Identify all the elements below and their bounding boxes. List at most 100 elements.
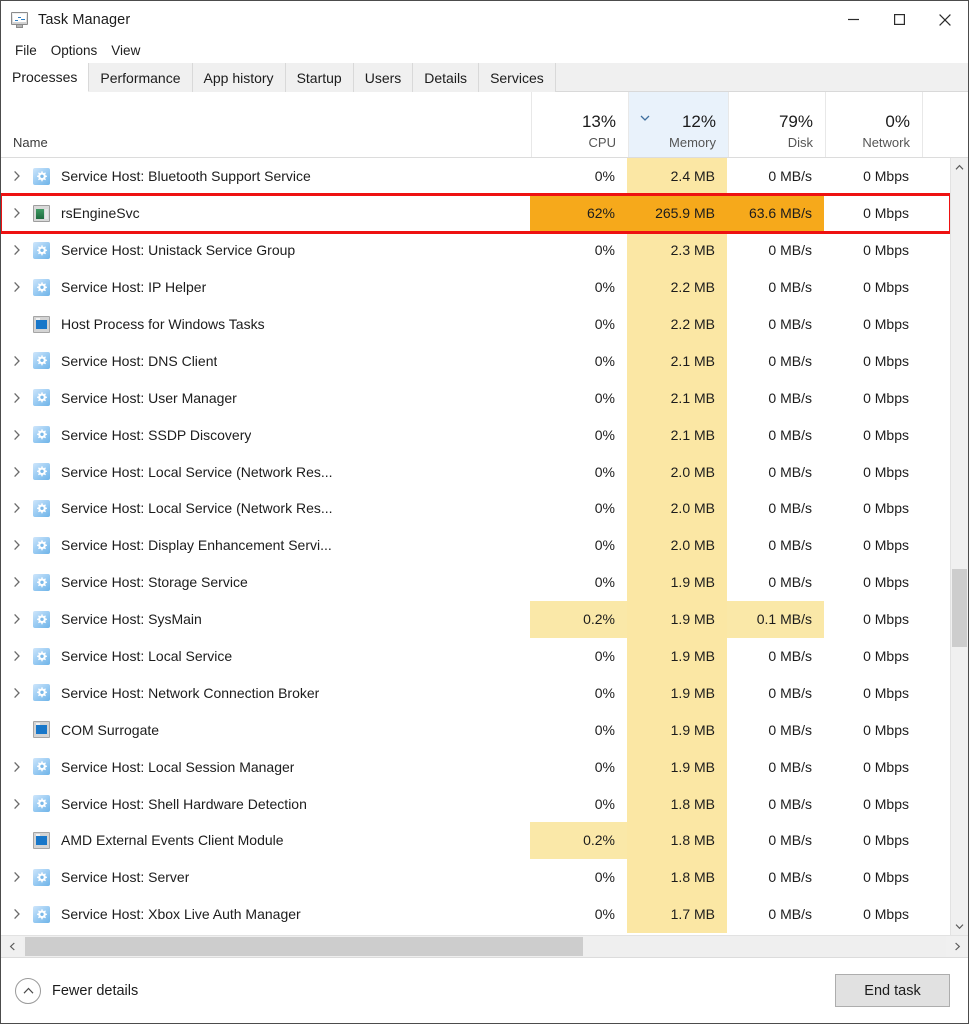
table-row[interactable]: Service Host: SSDP Discovery0%2.1 MB0 MB…: [1, 416, 950, 453]
expand-row-icon[interactable]: [13, 613, 33, 625]
tab-performance[interactable]: Performance: [89, 63, 192, 92]
table-row[interactable]: Service Host: Local Session Manager0%1.9…: [1, 748, 950, 785]
service-gear-icon: [33, 168, 50, 185]
table-row[interactable]: Service Host: Xbox Live Auth Manager0%1.…: [1, 896, 950, 933]
table-row[interactable]: Service Host: Network Connection Broker0…: [1, 674, 950, 711]
table-row[interactable]: Service Host: Display Enhancement Servi.…: [1, 527, 950, 564]
table-row[interactable]: Service Host: Local Service0%1.9 MB0 MB/…: [1, 638, 950, 675]
table-row[interactable]: Service Host: Bluetooth Support Service0…: [1, 158, 950, 195]
process-name-cell[interactable]: Service Host: SSDP Discovery: [1, 416, 530, 453]
process-name-cell[interactable]: rsEngineSvc: [1, 195, 530, 232]
expand-row-icon[interactable]: [13, 170, 33, 182]
tab-processes[interactable]: Processes: [1, 63, 89, 92]
process-name-cell[interactable]: Service Host: DNS Client: [1, 342, 530, 379]
scroll-left-icon[interactable]: [1, 936, 23, 957]
disk-cell: 0 MB/s: [727, 232, 824, 269]
menu-file[interactable]: File: [9, 41, 43, 60]
expand-row-icon[interactable]: [13, 539, 33, 551]
maximize-icon[interactable]: [876, 1, 922, 38]
table-row[interactable]: Service Host: IP Helper0%2.2 MB0 MB/s0 M…: [1, 269, 950, 306]
expand-row-icon[interactable]: [13, 502, 33, 514]
tab-services[interactable]: Services: [479, 63, 556, 92]
minimize-icon[interactable]: [830, 1, 876, 38]
table-row[interactable]: rsEngineSvc62%265.9 MB63.6 MB/s0 Mbps: [1, 195, 950, 232]
process-name-cell[interactable]: Service Host: Network Connection Broker: [1, 674, 530, 711]
process-name-cell[interactable]: AMD External Events Client Module: [1, 822, 530, 859]
table-row[interactable]: Service Host: Local Service (Network Res…: [1, 490, 950, 527]
vertical-scrollbar[interactable]: [950, 158, 968, 935]
process-name-cell[interactable]: Service Host: Bluetooth Support Service: [1, 158, 530, 195]
column-header-cpu[interactable]: 13% CPU: [531, 92, 628, 157]
expand-row-icon[interactable]: [13, 392, 33, 404]
process-name-cell[interactable]: Service Host: Local Service (Network Res…: [1, 490, 530, 527]
menu-view[interactable]: View: [105, 41, 146, 60]
close-icon[interactable]: [922, 1, 968, 38]
expand-row-icon[interactable]: [13, 207, 33, 219]
process-name-cell[interactable]: Service Host: Display Enhancement Servi.…: [1, 527, 530, 564]
disk-value: 0 MB/s: [768, 316, 812, 332]
expand-row-icon[interactable]: [13, 576, 33, 588]
table-row[interactable]: Service Host: Shell Hardware Detection0%…: [1, 785, 950, 822]
table-row[interactable]: Service Host: Unistack Service Group0%2.…: [1, 232, 950, 269]
end-task-button[interactable]: End task: [835, 974, 950, 1007]
memory-value: 1.8 MB: [671, 869, 715, 885]
table-row[interactable]: Service Host: SysMain0.2%1.9 MB0.1 MB/s0…: [1, 601, 950, 638]
expand-row-icon[interactable]: [13, 466, 33, 478]
scroll-right-icon[interactable]: [946, 936, 968, 957]
expand-row-icon[interactable]: [13, 908, 33, 920]
process-name-cell[interactable]: Service Host: Unistack Service Group: [1, 232, 530, 269]
process-name-cell[interactable]: Service Host: Server: [1, 859, 530, 896]
scroll-up-icon[interactable]: [951, 158, 968, 176]
table-row[interactable]: Service Host: User Manager0%2.1 MB0 MB/s…: [1, 379, 950, 416]
service-gear-icon: [33, 684, 50, 701]
horizontal-scroll-track[interactable]: [23, 936, 946, 957]
table-row[interactable]: AMD External Events Client Module0.2%1.8…: [1, 822, 950, 859]
column-header-network[interactable]: 0% Network: [825, 92, 922, 157]
expand-row-icon[interactable]: [13, 355, 33, 367]
process-name-cell[interactable]: Host Process for Windows Tasks: [1, 306, 530, 343]
table-row[interactable]: Service Host: Server0%1.8 MB0 MB/s0 Mbps: [1, 859, 950, 896]
table-row[interactable]: Service Host: DNS Client0%2.1 MB0 MB/s0 …: [1, 342, 950, 379]
table-row[interactable]: Service Host: Storage Service0%1.9 MB0 M…: [1, 564, 950, 601]
vertical-scroll-track[interactable]: [951, 176, 968, 917]
expand-row-icon[interactable]: [13, 281, 33, 293]
expand-row-icon[interactable]: [13, 429, 33, 441]
disk-cell: 0 MB/s: [727, 896, 824, 933]
horizontal-scroll-thumb[interactable]: [25, 937, 583, 956]
process-name-cell[interactable]: Service Host: Xbox Live Auth Manager: [1, 896, 530, 933]
process-name-cell[interactable]: Service Host: Storage Service: [1, 564, 530, 601]
process-name-cell[interactable]: COM Surrogate: [1, 711, 530, 748]
expand-row-icon[interactable]: [13, 244, 33, 256]
column-header-name[interactable]: Name: [2, 92, 531, 157]
process-name-cell[interactable]: Service Host: User Manager: [1, 379, 530, 416]
process-name-cell[interactable]: Service Host: SysMain: [1, 601, 530, 638]
expand-row-icon[interactable]: [13, 687, 33, 699]
process-name-cell[interactable]: Service Host: Local Session Manager: [1, 748, 530, 785]
table-row[interactable]: COM Surrogate0%1.9 MB0 MB/s0 Mbps: [1, 711, 950, 748]
cpu-cell: 0.2%: [530, 601, 627, 638]
menu-options[interactable]: Options: [45, 41, 104, 60]
tab-details[interactable]: Details: [413, 63, 479, 92]
tab-app-history[interactable]: App history: [193, 63, 286, 92]
process-name-cell[interactable]: Service Host: IP Helper: [1, 269, 530, 306]
process-name-label: Host Process for Windows Tasks: [61, 316, 265, 332]
expand-row-icon[interactable]: [13, 761, 33, 773]
vertical-scroll-thumb[interactable]: [952, 569, 967, 647]
tab-users[interactable]: Users: [354, 63, 414, 92]
fewer-details-button[interactable]: Fewer details: [15, 978, 138, 1004]
scroll-down-icon[interactable]: [951, 917, 968, 935]
process-name-cell[interactable]: Service Host: Local Service (Network Res…: [1, 453, 530, 490]
process-name-cell[interactable]: Service Host: Shell Hardware Detection: [1, 785, 530, 822]
column-header-disk[interactable]: 79% Disk: [728, 92, 825, 157]
table-row[interactable]: Host Process for Windows Tasks0%2.2 MB0 …: [1, 306, 950, 343]
network-value: 0 Mbps: [863, 648, 909, 664]
tab-startup[interactable]: Startup: [286, 63, 354, 92]
table-row[interactable]: Service Host: Local Service (Network Res…: [1, 453, 950, 490]
column-header-memory[interactable]: 12% Memory: [628, 92, 728, 157]
expand-row-icon[interactable]: [13, 650, 33, 662]
process-name-cell[interactable]: Service Host: Local Service: [1, 638, 530, 675]
expand-row-icon[interactable]: [13, 871, 33, 883]
process-name-label: COM Surrogate: [61, 722, 159, 738]
horizontal-scrollbar[interactable]: [1, 935, 968, 957]
expand-row-icon[interactable]: [13, 798, 33, 810]
